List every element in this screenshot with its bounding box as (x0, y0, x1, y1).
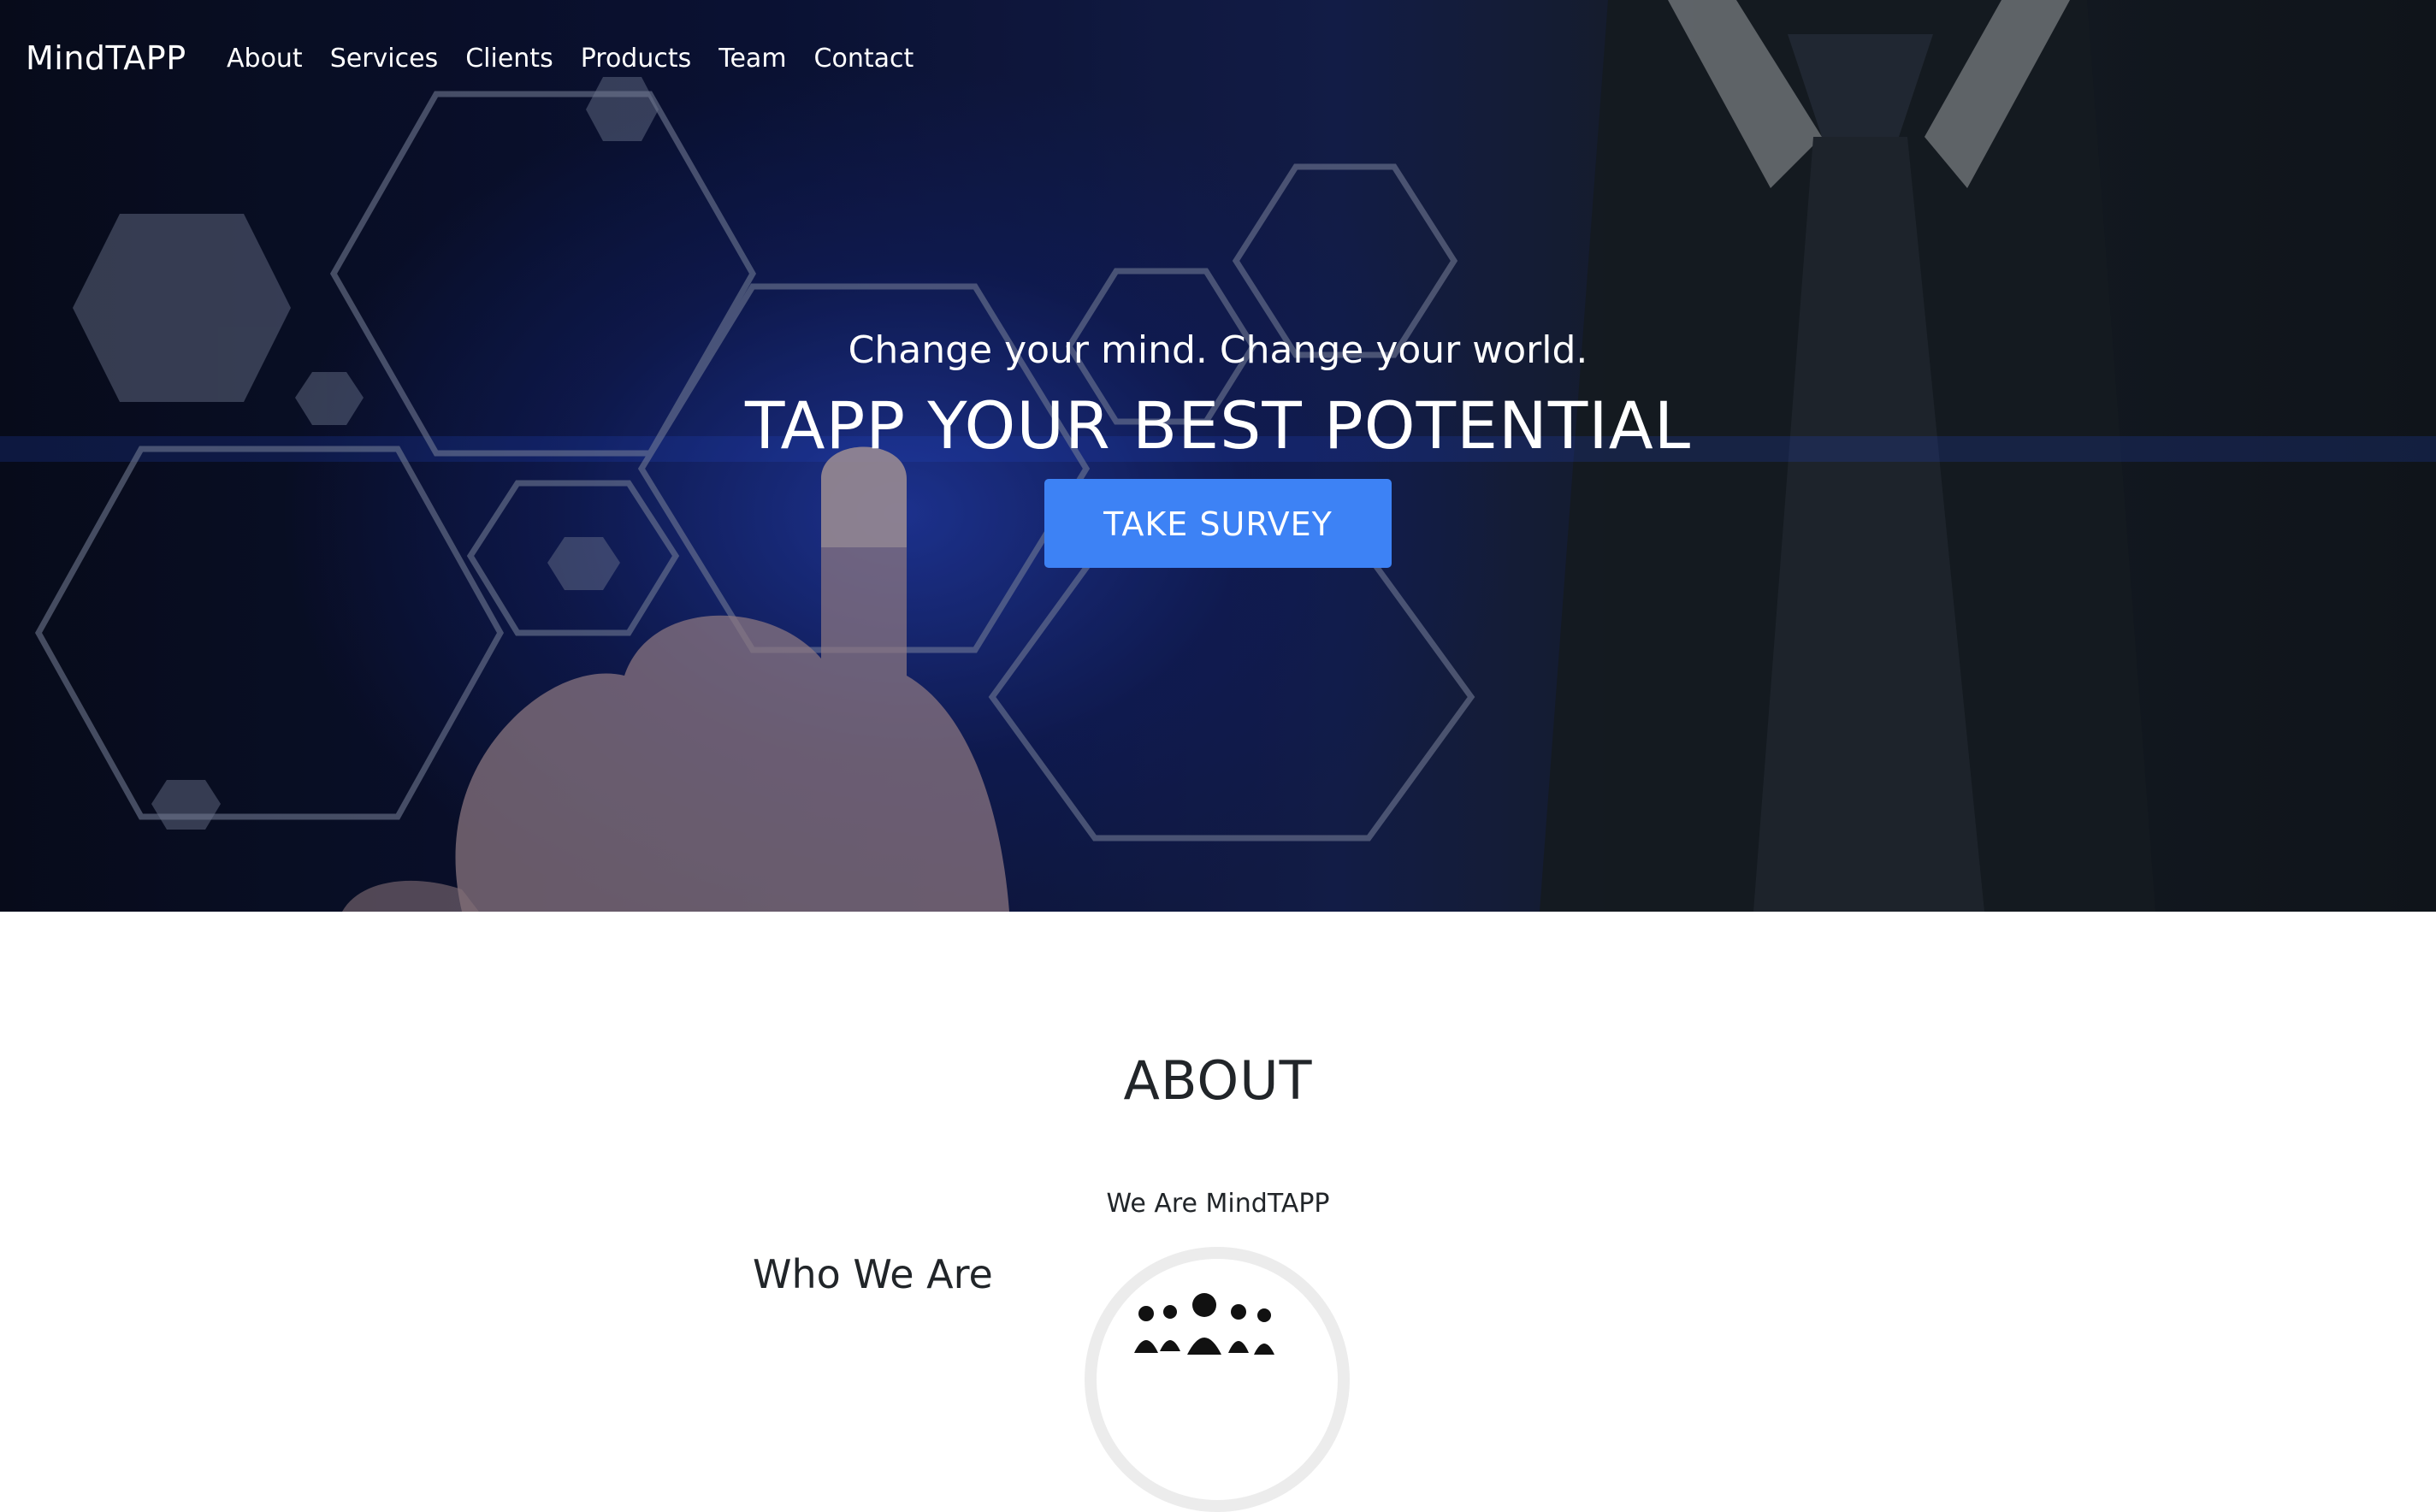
nav-link-about[interactable]: About (227, 41, 303, 77)
hero-section: MindTAPP About Services Clients Products… (0, 0, 2436, 912)
hero-subtitle: Change your mind. Change your world. (848, 328, 1588, 372)
team-people-icon (1134, 1293, 1274, 1355)
about-image-circle (1085, 1247, 1350, 1512)
about-heading: ABOUT (1123, 1049, 1313, 1112)
top-navbar: MindTAPP About Services Clients Products… (0, 0, 2436, 120)
about-tagline: We Are MindTAPP (1106, 1189, 1330, 1219)
hero-content: Change your mind. Change your world. TAP… (0, 325, 2436, 568)
brand-logo[interactable]: MindTAPP (26, 36, 186, 80)
who-we-are-heading: Who We Are (753, 1251, 993, 1297)
take-survey-button[interactable]: TAKE SURVEY (1044, 479, 1392, 568)
nav-link-team[interactable]: Team (718, 41, 786, 77)
nav-link-clients[interactable]: Clients (465, 41, 553, 77)
hero-title: TAPP YOUR BEST POTENTIAL (744, 387, 1692, 464)
nav-links: About Services Clients Products Team Con… (227, 41, 941, 77)
nav-link-contact[interactable]: Contact (814, 41, 914, 77)
nav-link-services[interactable]: Services (330, 41, 439, 77)
nav-link-products[interactable]: Products (581, 41, 692, 77)
